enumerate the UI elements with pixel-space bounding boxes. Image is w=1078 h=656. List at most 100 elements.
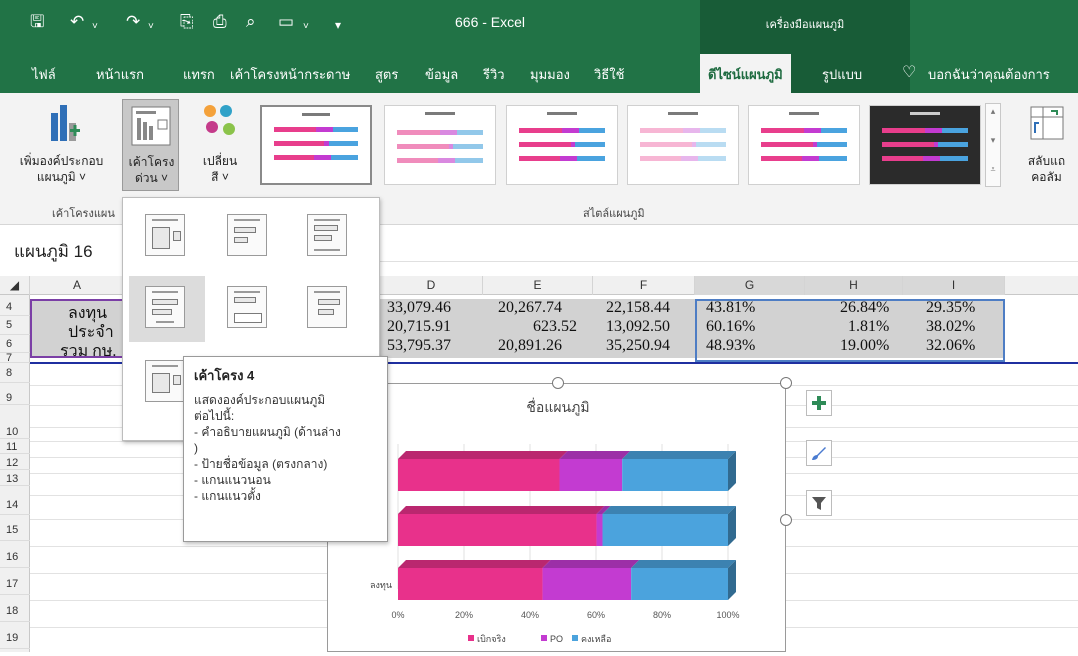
quick-layout-button[interactable]: เค้าโครง ด่วน ˅ bbox=[122, 99, 179, 191]
gallery-scroll-up-icon[interactable]: ▴ bbox=[986, 106, 1000, 117]
chart-style-1[interactable] bbox=[260, 105, 372, 185]
preview-icon[interactable]: ⌕ bbox=[246, 12, 256, 32]
cell-g6[interactable]: 48.93% bbox=[706, 337, 755, 355]
cell-d4[interactable]: 33,079.46 bbox=[387, 299, 451, 317]
bar-segment bbox=[596, 514, 603, 546]
cell-g4[interactable]: 43.81% bbox=[706, 299, 755, 317]
chart-resize-handle-top-right[interactable] bbox=[780, 377, 792, 389]
layout-option-1[interactable] bbox=[129, 204, 205, 270]
undo-icon[interactable]: ↶ bbox=[70, 12, 84, 32]
row-header-16[interactable]: 16 bbox=[0, 546, 30, 568]
save-icon[interactable]: 🖫 bbox=[30, 12, 44, 32]
x-tick-label: 100% bbox=[716, 610, 739, 620]
chart-style-4[interactable] bbox=[627, 105, 739, 185]
layout-option-2[interactable] bbox=[211, 204, 287, 270]
gallery-scroll-down-icon[interactable]: ▾ bbox=[986, 135, 1000, 146]
tab-review[interactable]: รีวิว bbox=[483, 64, 505, 85]
tab-data[interactable]: ข้อมูล bbox=[425, 64, 458, 85]
col-header-d[interactable]: D bbox=[380, 276, 483, 295]
tab-formulas[interactable]: สูตร bbox=[375, 64, 398, 85]
row-header-9[interactable]: 9 bbox=[0, 383, 30, 405]
gallery-scroll[interactable]: ▴ ▾ ⩡ bbox=[985, 103, 1001, 187]
cell-h6[interactable]: 19.00% bbox=[840, 337, 889, 355]
col-header-h[interactable]: H bbox=[805, 276, 903, 295]
row-header-12[interactable]: 12 bbox=[0, 457, 30, 470]
tell-me-search[interactable]: บอกฉันว่าคุณต้องการ bbox=[928, 64, 1050, 85]
form-dropdown-icon[interactable]: ˅ bbox=[303, 17, 309, 37]
layout-option-4[interactable] bbox=[129, 276, 205, 342]
cell-g5[interactable]: 60.16% bbox=[706, 318, 755, 336]
cell-e5[interactable]: 623.52 bbox=[533, 318, 577, 336]
lightbulb-icon: ♡ bbox=[902, 64, 917, 81]
col-header-f[interactable]: F bbox=[593, 276, 695, 295]
add-chart-element-button[interactable]: เพิ่มองค์ประกอบ แผนภูมิ ˅ bbox=[4, 99, 119, 191]
chart-elements-button[interactable] bbox=[806, 390, 832, 416]
row-header-14[interactable]: 14 bbox=[0, 495, 30, 515]
col-header-e[interactable]: E bbox=[483, 276, 593, 295]
chart-style-5[interactable] bbox=[748, 105, 860, 185]
row-header-19[interactable]: 19 bbox=[0, 627, 30, 649]
chart-resize-handle-top[interactable] bbox=[552, 377, 564, 389]
cell-f4[interactable]: 22,158.44 bbox=[606, 299, 670, 317]
gallery-more-icon[interactable]: ⩡ bbox=[986, 164, 1000, 175]
cell-e4[interactable]: 20,267.74 bbox=[498, 299, 562, 317]
redo-icon[interactable]: ↷ bbox=[126, 12, 140, 32]
add-chart-element-label1: เพิ่มองค์ประกอบ bbox=[19, 154, 104, 168]
tab-format[interactable]: รูปแบบ bbox=[822, 64, 862, 85]
cell-e6[interactable]: 20,891.26 bbox=[498, 337, 562, 355]
cell-f6[interactable]: 35,250.94 bbox=[606, 337, 670, 355]
tab-home[interactable]: หน้าแรก bbox=[96, 64, 144, 85]
col-header-g[interactable]: G bbox=[695, 276, 805, 295]
cell-i5[interactable]: 38.02% bbox=[926, 318, 975, 336]
layout-option-5[interactable] bbox=[211, 276, 287, 342]
chart-filters-button[interactable] bbox=[806, 490, 832, 516]
redo-dropdown-icon[interactable]: ˅ bbox=[148, 17, 154, 37]
cell-f5[interactable]: 13,092.50 bbox=[606, 318, 670, 336]
row-header-11[interactable]: 11 bbox=[0, 441, 30, 454]
change-colors-button[interactable]: เปลี่ยน สี ˅ bbox=[190, 99, 250, 191]
cell-a6[interactable]: รวม กษ. bbox=[60, 339, 116, 364]
chart-style-6[interactable] bbox=[869, 105, 981, 185]
name-box[interactable]: แผนภูมิ 16 bbox=[0, 228, 125, 268]
layout-option-6[interactable] bbox=[291, 276, 367, 342]
chart-style-3[interactable] bbox=[506, 105, 618, 185]
select-all-corner[interactable]: ◢ bbox=[0, 276, 30, 295]
row-header-6[interactable]: 6 bbox=[0, 335, 30, 353]
cell-i4[interactable]: 29.35% bbox=[926, 299, 975, 317]
row-header-13[interactable]: 13 bbox=[0, 473, 30, 486]
undo-dropdown-icon[interactable]: ˅ bbox=[92, 17, 98, 37]
row-header-5[interactable]: 5 bbox=[0, 316, 30, 335]
chart-styles-button[interactable] bbox=[806, 440, 832, 466]
row-header-15[interactable]: 15 bbox=[0, 519, 30, 541]
cell-h4[interactable]: 26.84% bbox=[840, 299, 889, 317]
tab-help[interactable]: วิธีใช้ bbox=[594, 64, 624, 85]
cell-h5[interactable]: 1.81% bbox=[848, 318, 889, 336]
chart-resize-handle-right[interactable] bbox=[780, 514, 792, 526]
switch-row-column-button[interactable]: สลับแถ คอลัม bbox=[1015, 99, 1078, 191]
tab-insert[interactable]: แทรก bbox=[183, 64, 215, 85]
customize-icon[interactable]: ▾ bbox=[335, 15, 341, 35]
form-icon[interactable]: ▭ bbox=[278, 12, 294, 32]
print-preview-icon[interactable]: ⎘ bbox=[180, 12, 194, 32]
cell-d5[interactable]: 20,715.91 bbox=[387, 318, 451, 336]
tab-file[interactable]: ไฟล์ bbox=[32, 64, 56, 85]
formula-bar[interactable] bbox=[380, 232, 1078, 262]
row-header-4[interactable]: 4 bbox=[0, 299, 30, 316]
cell-d6[interactable]: 53,795.37 bbox=[387, 337, 451, 355]
tooltip-title: เค้าโครง 4 bbox=[194, 368, 255, 383]
tab-view[interactable]: มุมมอง bbox=[530, 64, 570, 85]
cell-i6[interactable]: 32.06% bbox=[926, 337, 975, 355]
row-header-10[interactable]: 10 bbox=[0, 425, 30, 439]
row-header-17[interactable]: 17 bbox=[0, 573, 30, 595]
chart-style-2[interactable] bbox=[384, 105, 496, 185]
chart-title[interactable]: ชื่อแผนภูมิ bbox=[526, 398, 589, 416]
layout-option-3[interactable] bbox=[291, 204, 367, 270]
quick-print-icon[interactable]: ⎙ bbox=[213, 12, 227, 32]
col-header-i[interactable]: I bbox=[903, 276, 1005, 295]
col-header-a[interactable]: A bbox=[30, 276, 125, 295]
chart-area[interactable]: ชื่อแผนภูมิ 0% 20% 40% 60% 80% 100% ลงทุน เบิก… bbox=[327, 383, 786, 652]
row-header-8[interactable]: 8 bbox=[0, 363, 30, 383]
tab-page-layout[interactable]: เค้าโครงหน้ากระดาษ bbox=[230, 64, 350, 85]
row-header-7[interactable]: 7 bbox=[0, 353, 30, 364]
row-header-18[interactable]: 18 bbox=[0, 600, 30, 622]
